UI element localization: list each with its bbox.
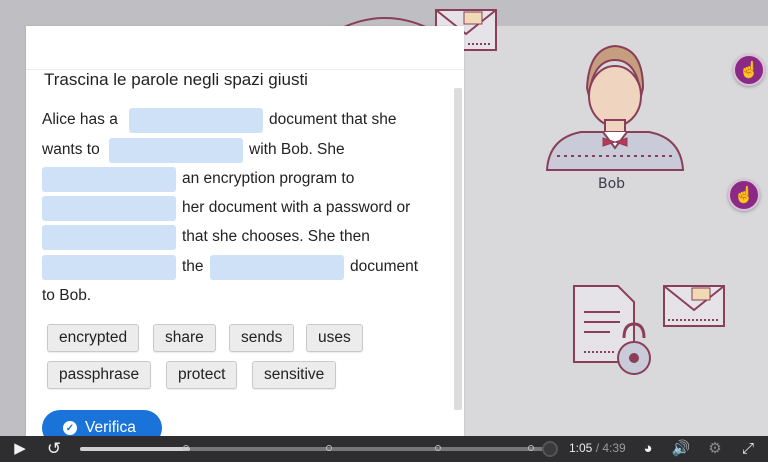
drop-zone-6[interactable] (42, 255, 176, 280)
hotspot-pointer-icon[interactable]: ☝ (728, 179, 760, 211)
drop-zone-2[interactable] (109, 138, 243, 163)
text-segment: her document with a password or (182, 199, 411, 216)
drop-zone-5[interactable] (42, 225, 176, 250)
text-segment: Alice has a (42, 111, 118, 128)
draggable-word[interactable]: sensitive (252, 361, 337, 389)
text-segment: with Bob. She (249, 141, 345, 158)
text-segment: wants to (42, 141, 100, 158)
play-icon[interactable]: ▶ (10, 439, 30, 459)
duration: / 4:39 (595, 441, 626, 455)
draggable-word[interactable]: protect (166, 361, 238, 389)
progress-track[interactable] (80, 447, 550, 451)
text-segment: that she chooses. She then (182, 228, 370, 245)
drop-zone-3[interactable] (42, 167, 176, 192)
progress-fill (80, 447, 190, 451)
drop-zone-7[interactable] (210, 255, 344, 280)
interaction-marker[interactable] (435, 445, 441, 451)
text-segment: document (350, 258, 419, 275)
draggable-word[interactable]: uses (306, 324, 363, 352)
drag-text-card: Trascina le parole negli spazi giusti Al… (26, 26, 464, 438)
card-scrollbar[interactable] (454, 88, 462, 410)
drop-zone-4[interactable] (42, 196, 176, 221)
bookmarks-icon[interactable]: ◕ (638, 439, 658, 459)
video-player-bar: ▶ ↺ 1:05 / 4:39 ◕ 🔊 ⚙ ⤢ (0, 436, 768, 462)
app-frame: Bob ☝ ☝ Trascina le parole negli spazi g… (0, 0, 768, 462)
current-time: 1:05 (569, 441, 593, 455)
bob-label: Bob (598, 176, 626, 192)
check-button-label: Verifica (85, 419, 136, 436)
card-header (26, 26, 464, 70)
envelope-icon (663, 285, 725, 327)
draggable-word[interactable]: share (153, 324, 216, 352)
check-icon: ✓ (63, 421, 77, 435)
rewind-icon[interactable]: ↺ (44, 439, 64, 459)
question-title: Trascina le parole negli spazi giusti (44, 70, 308, 89)
volume-icon[interactable]: 🔊 (671, 439, 691, 459)
time-display: 1:05 / 4:39 (569, 441, 626, 455)
settings-gear-icon[interactable]: ⚙ (705, 439, 725, 459)
hotspot-pointer-icon[interactable]: ☝ (733, 54, 765, 86)
bob-avatar-icon (545, 44, 685, 171)
draggable-word[interactable]: sends (229, 324, 295, 352)
text-segment: an encryption program to (182, 170, 355, 187)
fullscreen-icon[interactable]: ⤢ (738, 439, 758, 459)
check-button[interactable]: ✓ Verifica (42, 410, 162, 438)
text-segment: to Bob. (42, 287, 92, 304)
interaction-marker[interactable] (183, 445, 189, 451)
progress-handle[interactable] (542, 441, 558, 457)
locked-document-icon (573, 285, 651, 375)
text-segment: the (182, 258, 204, 275)
text-segment: document that she (269, 111, 397, 128)
interaction-marker[interactable] (528, 445, 534, 451)
draggable-word[interactable]: passphrase (47, 361, 152, 389)
draggable-word[interactable]: encrypted (47, 324, 140, 352)
drop-zone-1[interactable] (129, 108, 263, 133)
interaction-marker[interactable] (326, 445, 332, 451)
